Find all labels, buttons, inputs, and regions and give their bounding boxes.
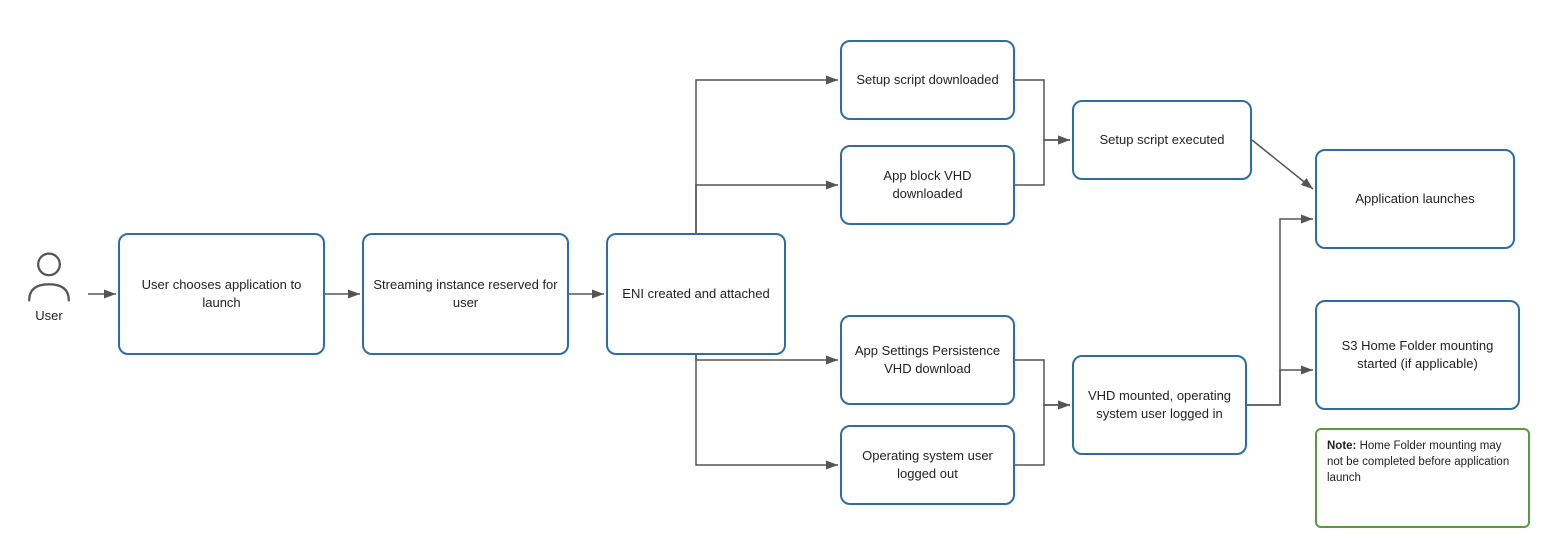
box-eni: ENI created and attached [606, 233, 786, 355]
box-app-launches: Application launches [1315, 149, 1515, 249]
box-setup-executed: Setup script executed [1072, 100, 1252, 180]
box-setup-script: Setup script downloaded [840, 40, 1015, 120]
box-vhd-mounted: VHD mounted, operating system user logge… [1072, 355, 1247, 455]
box-app-settings: App Settings Persistence VHD download [840, 315, 1015, 405]
box-streaming: Streaming instance reserved for user [362, 233, 569, 355]
user-label: User [35, 308, 62, 323]
box-os-user: Operating system user logged out [840, 425, 1015, 505]
flow-diagram: User User chooses application to launch … [0, 0, 1547, 549]
user-icon: User [22, 250, 76, 323]
box-user-chooses: User chooses application to launch [118, 233, 325, 355]
box-s3-home: S3 Home Folder mounting started (if appl… [1315, 300, 1520, 410]
box-app-block-vhd: App block VHD downloaded [840, 145, 1015, 225]
note-home-folder: Note: Home Folder mounting may not be co… [1315, 428, 1530, 528]
